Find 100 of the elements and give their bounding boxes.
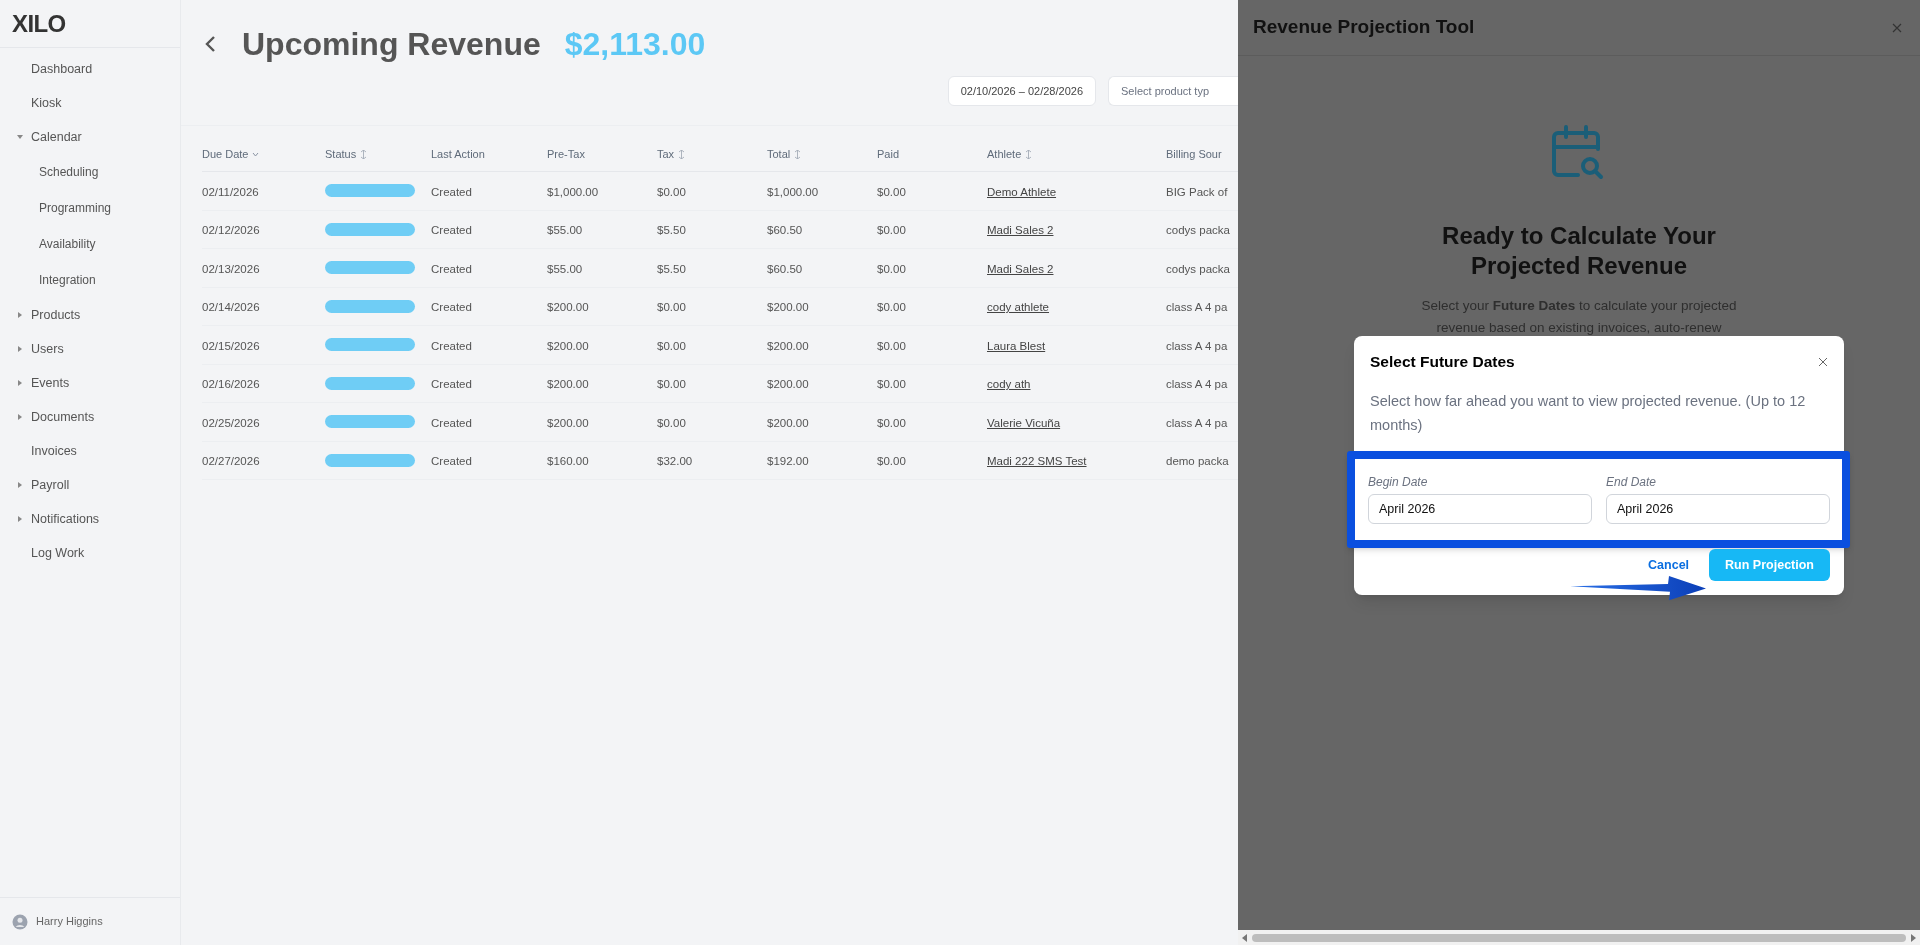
- table-cell: $60.50: [767, 224, 803, 237]
- sidebar-item[interactable]: Kiosk: [31, 93, 62, 113]
- table-cell: Created: [431, 416, 472, 429]
- sidebar-item[interactable]: Notifications: [31, 509, 100, 529]
- table-cell: $200.00: [767, 301, 809, 314]
- column-header[interactable]: Athlete: [987, 146, 1022, 163]
- table-cell: $200.00: [547, 416, 589, 429]
- caret-right-icon[interactable]: [16, 515, 24, 523]
- caret-right-icon[interactable]: [16, 311, 24, 319]
- table-cell: $1,000.00: [547, 185, 599, 198]
- table-cell: class A 4 pa: [1166, 416, 1228, 429]
- scrollbar-thumb[interactable]: [1252, 933, 1906, 942]
- sidebar-item[interactable]: Log Work: [31, 543, 85, 563]
- sidebar-item[interactable]: Dashboard: [31, 59, 93, 79]
- sort-icon[interactable]: [360, 150, 368, 159]
- table-cell: Created: [431, 224, 472, 237]
- table-cell: $0.00: [877, 262, 906, 275]
- table-cell: $0.00: [657, 416, 686, 429]
- table-cell: $200.00: [767, 416, 809, 429]
- product-type-field[interactable]: Select product typ: [1108, 76, 1238, 106]
- athlete-link[interactable]: Valerie Vicuña: [987, 416, 1061, 429]
- column-header[interactable]: Due Date: [202, 146, 249, 163]
- table-cell: $5.50: [657, 224, 686, 237]
- table-cell: $200.00: [547, 301, 589, 314]
- dialog-description: Select how far ahead you want to view projected revenue. (Up to 12 months): [1369, 392, 1807, 436]
- table-cell: 02/11/2026: [202, 185, 259, 198]
- sidebar-item[interactable]: Calendar: [31, 127, 82, 147]
- caret-down-icon[interactable]: [16, 133, 24, 141]
- page-title: Upcoming Revenue: [242, 25, 541, 64]
- panel-title: Revenue Projection Tool: [1253, 15, 1475, 40]
- column-header: Last Action: [431, 147, 485, 163]
- athlete-link[interactable]: cody ath: [987, 378, 1031, 391]
- dialog-title: Select Future Dates: [1370, 352, 1515, 372]
- calendar-search-icon: [1552, 125, 1606, 181]
- table-cell: $0.00: [657, 339, 686, 352]
- sort-icon[interactable]: [794, 150, 802, 159]
- sidebar-item[interactable]: Users: [31, 339, 64, 359]
- table-cell: $0.00: [877, 301, 906, 314]
- column-header[interactable]: Total: [767, 146, 791, 163]
- column-header: Billing Sour: [1166, 147, 1222, 163]
- horizontal-scrollbar[interactable]: [1238, 930, 1920, 945]
- sidebar-subitem[interactable]: Integration: [39, 271, 96, 289]
- table-cell: 02/15/2026: [202, 339, 260, 352]
- table-cell: $55.00: [547, 224, 583, 237]
- table-cell: 02/12/2026: [202, 224, 260, 237]
- sidebar-item[interactable]: Invoices: [31, 441, 77, 461]
- table-cell: $55.00: [547, 262, 583, 275]
- table-cell: 02/27/2026: [202, 455, 260, 468]
- table-cell: 02/16/2026: [202, 378, 260, 391]
- close-icon[interactable]: [1892, 22, 1902, 33]
- table-cell: $200.00: [767, 378, 809, 391]
- logo: XILO: [12, 8, 66, 39]
- table-cell: $200.00: [547, 339, 589, 352]
- column-header[interactable]: Status: [325, 146, 357, 163]
- sidebar-item[interactable]: Documents: [31, 407, 95, 427]
- table-cell: Created: [431, 301, 472, 314]
- athlete-link[interactable]: Madi Sales 2: [987, 262, 1054, 275]
- caret-right-icon[interactable]: [16, 379, 24, 387]
- table-cell: $200.00: [767, 339, 809, 352]
- athlete-link[interactable]: Madi Sales 2: [987, 224, 1054, 237]
- athlete-link[interactable]: Laura Blest: [987, 339, 1046, 352]
- back-chevron-icon[interactable]: [204, 35, 218, 53]
- close-icon[interactable]: [1818, 356, 1828, 367]
- sidebar-subitem[interactable]: Scheduling: [39, 163, 99, 181]
- caret-right-icon[interactable]: [16, 481, 24, 489]
- table-cell: $0.00: [877, 378, 906, 391]
- table-cell: Created: [431, 185, 472, 198]
- sidebar-subitem[interactable]: Availability: [39, 235, 96, 253]
- table-cell: $32.00: [657, 455, 693, 468]
- table-cell: $160.00: [547, 455, 589, 468]
- date-field[interactable]: April 2026: [1606, 494, 1830, 525]
- panel-description: Select your Future Dates to calculate your projected revenue based on existing invoices, auto-renew: [1420, 297, 1738, 337]
- athlete-link[interactable]: Madi 222 SMS Test: [987, 455, 1087, 468]
- caret-right-icon[interactable]: [16, 413, 24, 421]
- sidebar-subitem[interactable]: Programming: [39, 199, 112, 217]
- date-range-field[interactable]: 02/10/2026 – 02/28/2026: [947, 76, 1096, 106]
- user-avatar-icon: [12, 913, 28, 930]
- table-cell: demo packa: [1166, 455, 1229, 468]
- sort-icon[interactable]: [1025, 150, 1033, 159]
- sidebar-item[interactable]: Payroll: [31, 475, 70, 495]
- athlete-link[interactable]: cody athlete: [987, 301, 1049, 314]
- sort-descending-icon[interactable]: [252, 150, 260, 159]
- user-name[interactable]: Harry Higgins: [36, 913, 103, 930]
- table-cell: $0.00: [877, 455, 906, 468]
- table-cell: $200.00: [547, 378, 589, 391]
- sidebar-item[interactable]: Products: [31, 305, 81, 325]
- cancel-button[interactable]: Cancel: [1640, 549, 1698, 582]
- table-cell: $192.00: [767, 455, 809, 468]
- table-cell: $0.00: [657, 185, 686, 198]
- table-cell: $1,000.00: [767, 185, 819, 198]
- table-cell: $60.50: [767, 262, 803, 275]
- date-field[interactable]: April 2026: [1368, 494, 1592, 525]
- sidebar-item[interactable]: Events: [31, 373, 70, 393]
- caret-right-icon[interactable]: [16, 345, 24, 353]
- scroll-left-icon[interactable]: [1242, 933, 1248, 942]
- sort-icon[interactable]: [678, 150, 686, 159]
- scroll-right-icon[interactable]: [1910, 933, 1916, 942]
- column-header: Pre-Tax: [547, 147, 585, 163]
- column-header[interactable]: Tax: [657, 146, 675, 163]
- athlete-link[interactable]: Demo Athlete: [987, 185, 1057, 198]
